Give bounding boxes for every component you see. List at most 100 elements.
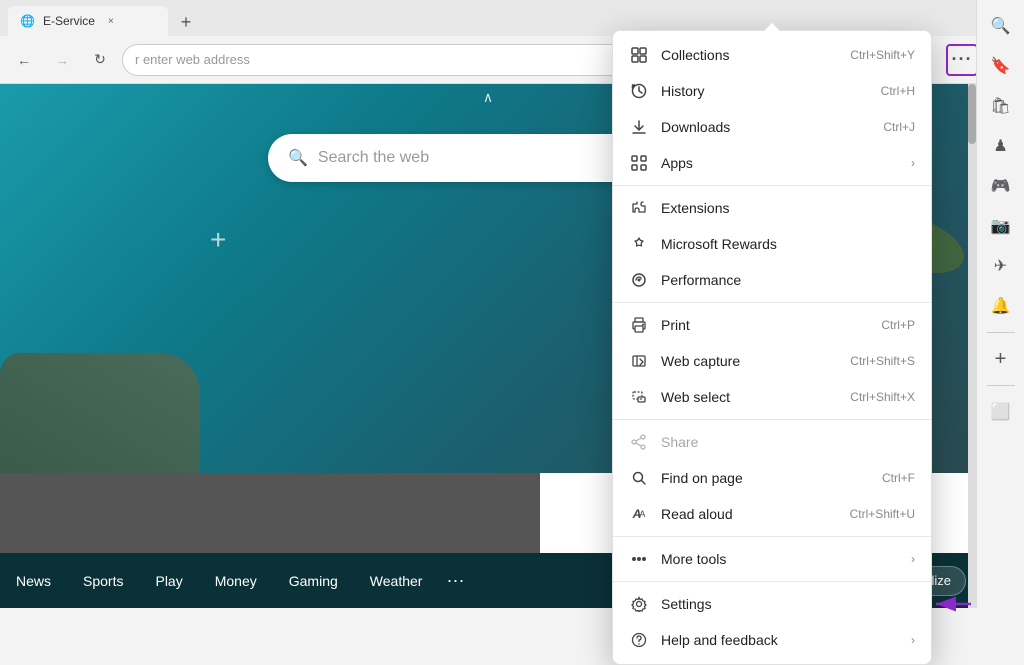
rewards-label: Microsoft Rewards bbox=[661, 236, 915, 252]
downloads-label: Downloads bbox=[661, 119, 871, 135]
divider-2 bbox=[613, 302, 931, 303]
apps-arrow: › bbox=[911, 156, 915, 170]
findonpage-icon bbox=[629, 468, 649, 488]
url-text: r enter web address bbox=[135, 52, 250, 67]
more-button[interactable]: ··· bbox=[946, 44, 978, 76]
performance-icon bbox=[629, 270, 649, 290]
search-input-label: Search the web bbox=[318, 149, 429, 167]
search-icon: 🔍 bbox=[288, 148, 308, 168]
help-icon bbox=[629, 630, 649, 650]
menu-item-settings[interactable]: Settings bbox=[613, 586, 931, 622]
help-label: Help and feedback bbox=[661, 632, 899, 648]
menu-item-apps[interactable]: Apps › bbox=[613, 145, 931, 181]
menu-arrow-indicator bbox=[764, 23, 780, 31]
news-more-button[interactable]: ··· bbox=[438, 570, 472, 591]
menu-item-performance[interactable]: Performance bbox=[613, 262, 931, 298]
divider-4 bbox=[613, 536, 931, 537]
sidebar-search-icon[interactable]: 🔍 bbox=[983, 8, 1019, 44]
divider-1 bbox=[613, 185, 931, 186]
menu-item-share: Share bbox=[613, 424, 931, 460]
sidebar-favorites-icon[interactable]: 🔖 bbox=[983, 48, 1019, 84]
menu-item-extensions[interactable]: Extensions bbox=[613, 190, 931, 226]
downloads-icon bbox=[629, 117, 649, 137]
findonpage-label: Find on page bbox=[661, 470, 870, 486]
person-image bbox=[0, 353, 200, 473]
moretools-label: More tools bbox=[661, 551, 899, 567]
extensions-label: Extensions bbox=[661, 200, 915, 216]
news-tab-play[interactable]: Play bbox=[139, 553, 198, 608]
tab-title: E-Service bbox=[43, 14, 95, 28]
rewards-icon bbox=[629, 234, 649, 254]
collections-label: Collections bbox=[661, 47, 838, 63]
news-tab-sports[interactable]: Sports bbox=[67, 553, 139, 608]
print-shortcut: Ctrl+P bbox=[881, 318, 915, 332]
menu-item-rewards[interactable]: Microsoft Rewards bbox=[613, 226, 931, 262]
findonpage-shortcut: Ctrl+F bbox=[882, 471, 915, 485]
history-icon bbox=[629, 81, 649, 101]
moretools-arrow: › bbox=[911, 552, 915, 566]
menu-item-downloads[interactable]: Downloads Ctrl+J bbox=[613, 109, 931, 145]
settings-label: Settings bbox=[661, 596, 915, 612]
readaloud-icon: A A bbox=[629, 504, 649, 524]
tab-favicon: 🌐 bbox=[20, 14, 35, 28]
menu-item-readaloud[interactable]: A A Read aloud Ctrl+Shift+U bbox=[613, 496, 931, 532]
sidebar-share-icon[interactable]: ✈ bbox=[983, 248, 1019, 284]
menu-item-webselect[interactable]: Web select Ctrl+Shift+X bbox=[613, 379, 931, 415]
new-tab-button[interactable]: + bbox=[172, 8, 200, 36]
sidebar-layout-icon[interactable]: ⬜ bbox=[983, 394, 1019, 430]
readaloud-shortcut: Ctrl+Shift+U bbox=[850, 507, 915, 521]
settings-pointer-arrow bbox=[926, 590, 976, 618]
sidebar-media-icon[interactable]: 🎮 bbox=[983, 168, 1019, 204]
menu-item-moretools[interactable]: More tools › bbox=[613, 541, 931, 577]
sidebar-divider-2 bbox=[987, 385, 1015, 386]
news-tab-weather[interactable]: Weather bbox=[354, 553, 439, 608]
apps-label: Apps bbox=[661, 155, 899, 171]
back-button[interactable]: ← bbox=[8, 44, 40, 76]
menu-item-print[interactable]: Print Ctrl+P bbox=[613, 307, 931, 343]
collections-icon bbox=[629, 45, 649, 65]
menu-item-collections[interactable]: Collections Ctrl+Shift+Y bbox=[613, 37, 931, 73]
scroll-up-indicator[interactable]: ∧ bbox=[483, 89, 493, 106]
sidebar-games-icon[interactable]: ♟ bbox=[983, 128, 1019, 164]
moretools-icon bbox=[629, 549, 649, 569]
sidebar-shopping-icon[interactable]: 🛍 bbox=[983, 88, 1019, 124]
extensions-icon bbox=[629, 198, 649, 218]
webselect-label: Web select bbox=[661, 389, 838, 405]
news-image-left bbox=[0, 473, 540, 553]
menu-item-help[interactable]: Help and feedback › bbox=[613, 622, 931, 658]
webselect-shortcut: Ctrl+Shift+X bbox=[850, 390, 915, 404]
menu-item-findonpage[interactable]: Find on page Ctrl+F bbox=[613, 460, 931, 496]
forward-button[interactable]: → bbox=[46, 44, 78, 76]
share-icon bbox=[629, 432, 649, 452]
webcapture-shortcut: Ctrl+Shift+S bbox=[850, 354, 915, 368]
refresh-button[interactable]: ↻ bbox=[84, 44, 116, 76]
active-tab[interactable]: 🌐 E-Service × bbox=[8, 6, 168, 36]
webcapture-icon bbox=[629, 351, 649, 371]
scrollbar[interactable] bbox=[968, 84, 976, 608]
sidebar-add-icon[interactable]: + bbox=[983, 341, 1019, 377]
sidebar-screenshot-icon[interactable]: 📷 bbox=[983, 208, 1019, 244]
settings-icon bbox=[629, 594, 649, 614]
sidebar-divider bbox=[987, 332, 1015, 333]
downloads-shortcut: Ctrl+J bbox=[883, 120, 915, 134]
news-tab-gaming[interactable]: Gaming bbox=[273, 553, 354, 608]
collections-shortcut: Ctrl+Shift+Y bbox=[850, 48, 915, 62]
menu-item-webcapture[interactable]: Web capture Ctrl+Shift+S bbox=[613, 343, 931, 379]
performance-label: Performance bbox=[661, 272, 915, 288]
add-widget-button[interactable]: + bbox=[210, 224, 226, 256]
webselect-icon bbox=[629, 387, 649, 407]
history-shortcut: Ctrl+H bbox=[881, 84, 915, 98]
tab-close-button[interactable]: × bbox=[103, 13, 119, 29]
print-icon bbox=[629, 315, 649, 335]
browser-window: 🌐 E-Service × + ← → ↻ r enter web addres… bbox=[0, 0, 1024, 608]
menu-item-history[interactable]: History Ctrl+H bbox=[613, 73, 931, 109]
webcapture-label: Web capture bbox=[661, 353, 838, 369]
history-label: History bbox=[661, 83, 869, 99]
context-menu: Collections Ctrl+Shift+Y History Ctrl+H … bbox=[612, 30, 932, 665]
share-label: Share bbox=[661, 434, 915, 450]
apps-icon bbox=[629, 153, 649, 173]
sidebar-notifications-icon[interactable]: 🔔 bbox=[983, 288, 1019, 324]
news-tab-money[interactable]: Money bbox=[199, 553, 273, 608]
news-tab-news[interactable]: News bbox=[0, 553, 67, 608]
scrollbar-thumb[interactable] bbox=[968, 84, 976, 144]
